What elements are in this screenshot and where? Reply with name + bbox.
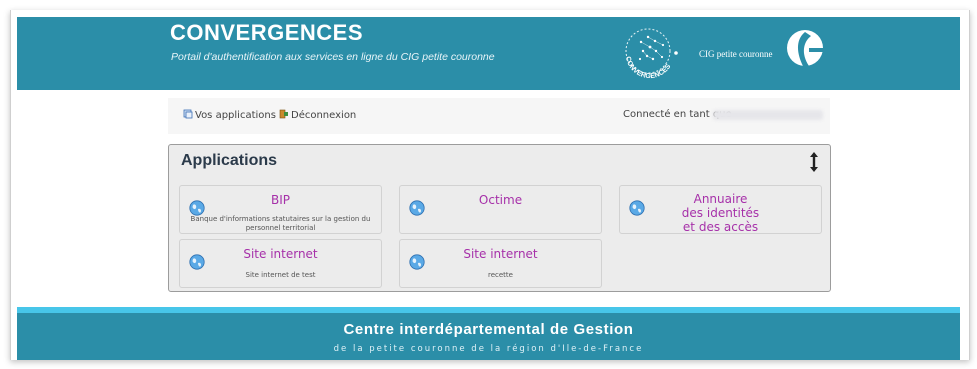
logout-label: Déconnexion <box>291 110 357 121</box>
panel-title: Applications <box>181 152 278 169</box>
user-toolbar: Vos applications Déconnexion Connecté en… <box>168 98 830 134</box>
app-card-title: BIP <box>270 193 290 207</box>
org-name: CIG petite couronne <box>699 49 773 59</box>
resize-vertical-icon[interactable] <box>808 151 820 173</box>
app-card-desc: Site internet de test <box>245 271 316 279</box>
vos-applications-link[interactable]: Vos applications <box>183 109 276 121</box>
app-card-bip[interactable]: BIP Banque d'informations statutaires su… <box>179 185 382 234</box>
app-card-desc: Banque d'informations statutaires sur la… <box>190 215 371 232</box>
footer-title: Centre interdépartemental de Gestion <box>343 321 634 338</box>
cig-logo <box>787 30 823 66</box>
app-card-title: Annuaire des identités et des accès <box>620 192 821 234</box>
app-card-octime[interactable]: Octime <box>399 185 602 234</box>
brand-subtitle: Portail d'authentification aux services … <box>171 51 495 63</box>
logo-arc-text: CONVERGENCES <box>624 56 673 80</box>
logout-icon <box>279 109 288 119</box>
app-card-site-internet-recette[interactable]: Site internet recette <box>399 239 602 288</box>
vos-applications-label: Vos applications <box>195 110 276 121</box>
footer-banner: Centre interdépartemental de Gestion de … <box>17 313 960 360</box>
app-card-title-line: Annuaire <box>693 192 748 206</box>
convergences-logo: CONVERGENCES <box>624 28 678 80</box>
applications-icon <box>183 109 193 119</box>
app-card-title-line: des identités <box>681 206 760 220</box>
footer-subtitle: de la petite couronne de la région d'Ile… <box>333 344 644 354</box>
logout-link[interactable]: Déconnexion <box>279 109 356 121</box>
svg-text:CONVERGENCES: CONVERGENCES <box>624 56 673 80</box>
header-banner: CONVERGENCES Portail d'authentification … <box>17 17 960 90</box>
app-card-site-internet-test[interactable]: Site internet Site internet de test <box>179 239 382 288</box>
app-card-title-line: et des accès <box>682 220 759 234</box>
app-card-title: Site internet <box>463 247 538 261</box>
applications-panel: Applications BIP Banque d'informations s… <box>168 144 831 292</box>
app-card-annuaire[interactable]: Annuaire des identités et des accès <box>619 185 822 234</box>
app-card-title: Octime <box>478 193 523 207</box>
connected-user-redacted <box>713 110 823 120</box>
brand-title: CONVERGENCES <box>170 20 364 45</box>
app-card-title: Site internet <box>243 247 318 261</box>
app-card-desc: recette <box>488 271 513 279</box>
